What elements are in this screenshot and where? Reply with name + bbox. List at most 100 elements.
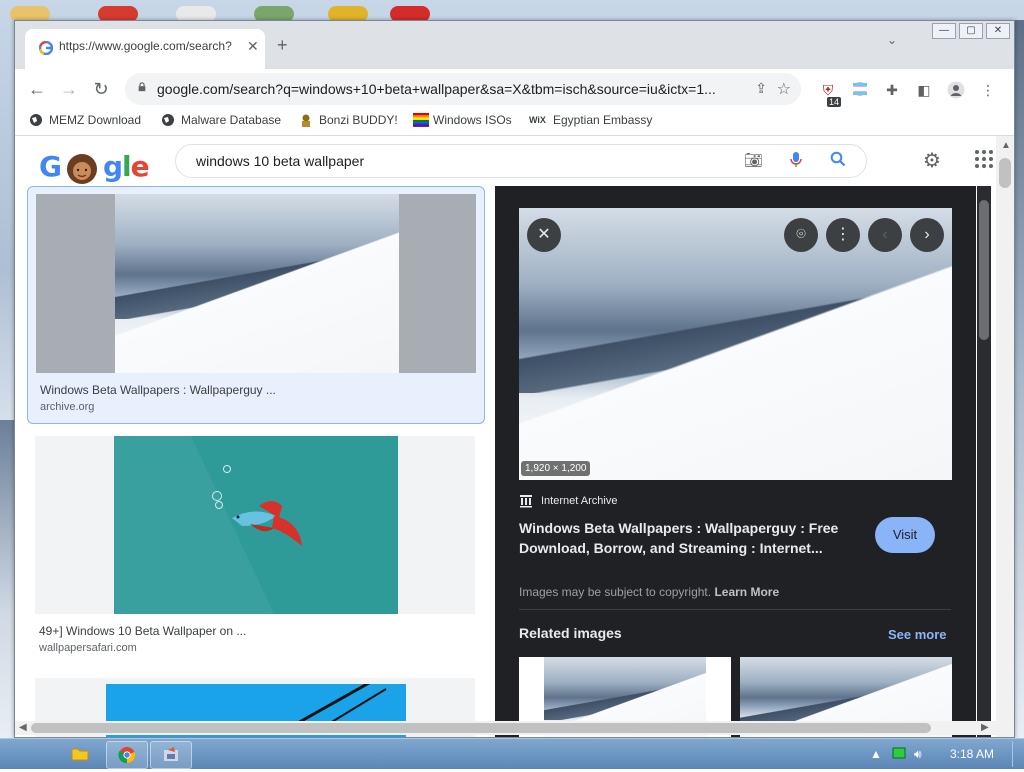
bookmark-star-icon[interactable]: ☆ [777, 79, 791, 99]
taskbar: ▲ 🔊︎ 3:18 AM [0, 738, 1024, 769]
settings-gear-icon[interactable]: ⚙ [923, 148, 941, 173]
bookmark-label: Egyptian Embassy [553, 113, 653, 127]
globe-icon [29, 113, 43, 127]
bookmark-memz[interactable]: MEMZ Download [29, 113, 141, 127]
close-window-button[interactable]: ✕ [986, 23, 1010, 39]
preview-source-label: Internet Archive [541, 495, 618, 507]
tab-search-button[interactable]: ⌄ [887, 33, 897, 47]
page-vertical-scrollbar[interactable]: ▲ ▼ [996, 136, 1014, 737]
learn-more-link[interactable]: Learn More [714, 585, 779, 599]
app-taskbar-button[interactable] [150, 741, 192, 769]
result-card[interactable]: Windows Beta Wallpapers : Wallpaperguy .… [27, 186, 485, 424]
extension-badge: 14 [827, 97, 842, 107]
tab-strip: https://www.google.com/search? ✕ + ⌄ — ▢… [15, 21, 1014, 69]
apps-grid-icon[interactable] [975, 150, 993, 168]
menu-kebab-icon[interactable]: ⋮ [979, 81, 997, 99]
result-title[interactable]: Windows Beta Wallpapers : Wallpaperguy .… [40, 383, 276, 397]
address-bar[interactable]: google.com/search?q=windows+10+beta+wall… [125, 73, 801, 105]
scrollbar-thumb[interactable] [31, 723, 931, 733]
result-thumbnail[interactable] [36, 194, 476, 373]
bookmark-label: Windows ISOs [433, 113, 512, 127]
bookmark-label: Malware Database [181, 113, 282, 127]
preview-title[interactable]: Windows Beta Wallpapers : Wallpaperguy :… [519, 518, 849, 558]
image-results: Windows Beta Wallpapers : Wallpaperguy .… [27, 186, 493, 737]
window-controls: — ▢ ✕ [932, 23, 1010, 39]
google-favicon-icon [39, 41, 53, 55]
lock-icon[interactable] [137, 82, 147, 92]
wix-icon: WiX [529, 115, 546, 125]
clock[interactable]: 3:18 AM [950, 747, 994, 761]
bookmark-bonzi-buddy[interactable]: Bonzi BUDDY! [299, 113, 398, 127]
doodle-face-icon [66, 154, 97, 184]
maximize-button[interactable]: ▢ [959, 23, 983, 39]
result-title[interactable]: 49+] Windows 10 Beta Wallpaper on ... [39, 624, 246, 638]
file-explorer-icon[interactable] [66, 741, 94, 767]
scrollbar-thumb[interactable] [999, 158, 1011, 188]
globe-icon [161, 113, 175, 127]
profile-avatar-icon[interactable] [947, 81, 965, 99]
extension-flag-icon[interactable] [851, 81, 869, 99]
divider [519, 609, 951, 610]
minimize-button[interactable]: — [932, 23, 956, 39]
back-arrow-icon[interactable]: ← [25, 77, 49, 101]
close-preview-icon[interactable]: ✕ [527, 218, 561, 252]
forward-arrow-icon[interactable]: → [57, 77, 81, 101]
search-box[interactable]: windows 10 beta wallpaper 📷︎ [175, 144, 867, 178]
more-options-icon[interactable]: ⋮ [826, 218, 860, 252]
see-more-link[interactable]: See more [888, 627, 947, 642]
show-desktop-button[interactable] [1012, 741, 1023, 767]
side-panel-icon[interactable]: ◧ [915, 81, 933, 99]
search-icon[interactable] [830, 151, 846, 171]
image-dimensions: 1,920 × 1,200 [521, 461, 591, 476]
result-source[interactable]: wallpapersafari.com [39, 642, 137, 654]
tab-title: https://www.google.com/search? [59, 39, 232, 53]
tab-google-search[interactable]: https://www.google.com/search? ✕ [25, 29, 265, 69]
scroll-left-arrow-icon[interactable]: ◀ [19, 722, 27, 733]
volume-icon[interactable]: 🔊︎ [914, 747, 922, 762]
scrollbar-thumb[interactable] [979, 200, 989, 340]
preview-source[interactable]: Internet Archive [519, 494, 617, 508]
scroll-up-arrow-icon[interactable]: ▲ [1001, 140, 1011, 151]
new-tab-button[interactable]: + [277, 35, 288, 56]
preview-scrollbar[interactable] [977, 186, 991, 737]
chrome-icon [118, 747, 136, 764]
extensions-puzzle-icon[interactable]: ✚ [883, 81, 901, 99]
share-icon[interactable]: ⇪ [755, 80, 767, 97]
search-input[interactable]: windows 10 beta wallpaper [196, 153, 364, 169]
microphone-icon[interactable] [790, 151, 802, 173]
network-icon[interactable] [892, 747, 906, 762]
app-icon [164, 747, 178, 761]
next-image-icon[interactable]: › [910, 218, 944, 252]
snow-mountain-image [115, 194, 399, 373]
tab-close-icon[interactable]: ✕ [247, 38, 259, 55]
bookmarks-bar: MEMZ Download Malware Database Bonzi BUD… [15, 109, 1014, 136]
related-images-heading: Related images [519, 625, 622, 641]
browser-window: https://www.google.com/search? ✕ + ⌄ — ▢… [14, 20, 1015, 738]
browser-toolbar: ← → ↻ google.com/search?q=windows+10+bet… [15, 69, 1014, 109]
betta-fish-image [114, 436, 398, 614]
page-content: G gle windows 10 beta wallpaper 📷︎ ⚙ Win… [15, 136, 1014, 737]
bookmark-label: MEMZ Download [49, 113, 142, 127]
windows-flag-icon [413, 113, 429, 127]
url-text[interactable]: google.com/search?q=windows+10+beta+wall… [157, 81, 727, 97]
scroll-right-arrow-icon[interactable]: ▶ [981, 722, 989, 733]
show-hidden-icons-icon[interactable]: ▲ [870, 747, 882, 761]
archive-building-icon [520, 495, 532, 508]
result-card[interactable]: 49+] Windows 10 Beta Wallpaper on ... wa… [27, 434, 483, 664]
chrome-taskbar-button[interactable] [106, 741, 148, 769]
bookmark-egyptian-embassy[interactable]: WiX Egyptian Embassy [529, 113, 652, 127]
bonzi-icon [299, 113, 313, 127]
lens-search-icon[interactable]: ⌾ [784, 218, 818, 252]
camera-icon[interactable]: 📷︎ [744, 151, 763, 169]
previous-image-icon[interactable]: ‹ [868, 218, 902, 252]
google-logo[interactable]: G gle [39, 150, 150, 184]
bookmark-malware-database[interactable]: Malware Database [161, 113, 281, 127]
image-preview-panel: ✕ ⌾ ⋮ ‹ › 1,920 × 1,200 Internet Archive… [495, 186, 976, 737]
reload-icon[interactable]: ↻ [89, 77, 113, 101]
result-thumbnail[interactable] [35, 436, 475, 614]
result-source[interactable]: archive.org [40, 401, 94, 413]
bookmark-windows-isos[interactable]: Windows ISOs [413, 113, 512, 127]
copyright-notice: Images may be subject to copyright. Lear… [519, 585, 779, 599]
page-horizontal-scrollbar[interactable]: ◀ ▶ [15, 721, 1014, 735]
visit-button[interactable]: Visit [875, 517, 935, 553]
